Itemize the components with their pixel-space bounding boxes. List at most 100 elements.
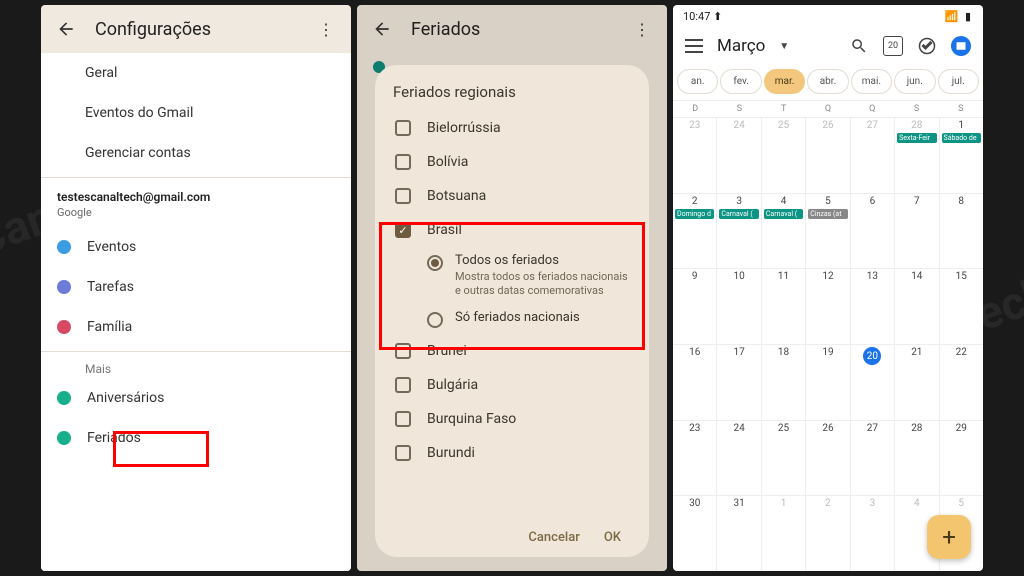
today-icon[interactable]: 20 [883,36,903,56]
day-cell[interactable]: 3Carnaval ( [717,194,761,269]
week-row: 23242526272829 [673,420,983,496]
day-cell[interactable]: 9 [673,269,717,344]
day-cell[interactable]: 26 [806,118,850,193]
day-number: 27 [851,423,894,434]
day-cell[interactable]: 15 [940,269,983,344]
back-icon[interactable] [371,18,393,40]
day-cell[interactable]: 25 [762,118,806,193]
day-cell[interactable]: 14 [895,269,939,344]
calendar-item[interactable]: Aniversários [41,378,351,418]
day-cell[interactable]: 4Carnaval ( [762,194,806,269]
day-cell[interactable]: 10 [717,269,761,344]
page-title: Configurações [95,19,211,40]
day-cell[interactable]: 6 [851,194,895,269]
settings-item[interactable]: Eventos do Gmail [41,93,351,133]
day-number: 6 [851,196,894,207]
day-number: 30 [673,498,716,509]
country-checkbox-row[interactable]: Bolívia [389,145,635,179]
day-number: 23 [673,120,716,131]
day-cell[interactable]: 23 [673,118,717,193]
chevron-down-icon[interactable]: ▼ [779,41,789,52]
day-cell[interactable]: 27 [851,118,895,193]
month-chip[interactable]: abr. [807,69,848,94]
event-chip[interactable]: Cinzas (at [808,209,847,219]
day-cell[interactable]: 16 [673,345,717,420]
day-cell[interactable]: 22 [940,345,983,420]
weekday-label: S [894,101,938,117]
day-cell[interactable]: 19 [806,345,850,420]
day-cell[interactable]: 13 [851,269,895,344]
day-cell[interactable]: 30 [673,496,717,571]
day-cell[interactable]: 3 [851,496,895,571]
calendar-item[interactable]: Tarefas [41,267,351,307]
weekday-label: Q [806,101,850,117]
back-icon[interactable] [55,18,77,40]
country-checkbox-row[interactable]: Bielorrússia [389,111,635,145]
cancel-button[interactable]: Cancelar [528,530,579,545]
day-cell[interactable]: 24 [717,421,761,496]
day-cell[interactable]: 23 [673,421,717,496]
country-label: Bulgária [427,377,478,393]
day-cell[interactable]: 28 Sexta-Feir [895,118,939,193]
status-bar: 10:47 ⬆ 📶 ▮ [673,5,983,27]
search-icon[interactable] [849,36,869,56]
account-row[interactable]: testescanaltech@gmail.com Google [41,182,351,227]
month-chip[interactable]: mar. [764,69,805,94]
day-cell[interactable]: 28 [895,421,939,496]
tasks-icon[interactable] [917,36,937,56]
event-chip[interactable]: Carnaval ( [719,209,758,219]
day-cell[interactable]: 26 [806,421,850,496]
month-chip[interactable]: fev. [720,69,761,94]
calendar-item[interactable]: Eventos [41,227,351,267]
country-checkbox-row[interactable]: Burquina Faso [389,402,635,436]
day-cell[interactable]: 20 [851,345,895,420]
event-chip[interactable]: Domingo d [675,209,714,219]
month-chip[interactable]: an. [677,69,718,94]
day-cell[interactable]: 1 [762,496,806,571]
day-cell[interactable]: 24 [717,118,761,193]
event-chip[interactable]: Sábado de [942,133,981,143]
calendar-dot [57,240,71,254]
day-cell[interactable]: 7 [895,194,939,269]
day-number: 26 [806,423,849,434]
day-cell[interactable]: 12 [806,269,850,344]
overflow-menu-icon[interactable]: ⋮ [315,18,337,40]
day-cell[interactable]: 31 [717,496,761,571]
day-cell[interactable]: 29 [940,421,983,496]
ok-button[interactable]: OK [604,530,621,545]
day-cell[interactable]: 5Cinzas (at [806,194,850,269]
day-cell[interactable]: 1Sábado de [940,118,983,193]
day-number: 28 [895,120,938,131]
hamburger-icon[interactable] [685,39,703,53]
month-chip[interactable]: jul. [938,69,979,94]
fab-add-button[interactable]: + [927,515,971,559]
day-cell[interactable]: 27 [851,421,895,496]
country-checkbox-row[interactable]: Burundi [389,436,635,470]
day-cell[interactable]: 25 [762,421,806,496]
month-chip[interactable]: jun. [894,69,935,94]
settings-item[interactable]: Gerenciar contas [41,133,351,173]
event-chip[interactable]: Carnaval ( [764,209,803,219]
day-number: 13 [851,271,894,282]
event-chip[interactable]: Sexta-Feir [897,133,936,143]
day-cell[interactable]: 17 [717,345,761,420]
calendar-item[interactable]: Família [41,307,351,347]
country-checkbox-row[interactable]: Botsuana [389,179,635,213]
day-cell[interactable]: 11 [762,269,806,344]
day-cell[interactable]: 21 [895,345,939,420]
day-cell[interactable]: 2 [806,496,850,571]
section-label-more: Mais [41,356,351,378]
day-number: 19 [806,347,849,358]
settings-item[interactable]: Geral [41,53,351,93]
day-cell[interactable]: 2Domingo d [673,194,717,269]
day-cell[interactable]: 18 [762,345,806,420]
account-email: testescanaltech@gmail.com [57,190,210,204]
month-name[interactable]: Março [717,36,765,56]
overflow-menu-icon[interactable]: ⋮ [631,18,653,40]
divider [41,351,351,352]
account-avatar-icon[interactable] [951,36,971,56]
month-chip[interactable]: mai. [851,69,892,94]
country-checkbox-row[interactable]: Bulgária [389,368,635,402]
day-number: 15 [940,271,983,282]
day-cell[interactable]: 8 [940,194,983,269]
